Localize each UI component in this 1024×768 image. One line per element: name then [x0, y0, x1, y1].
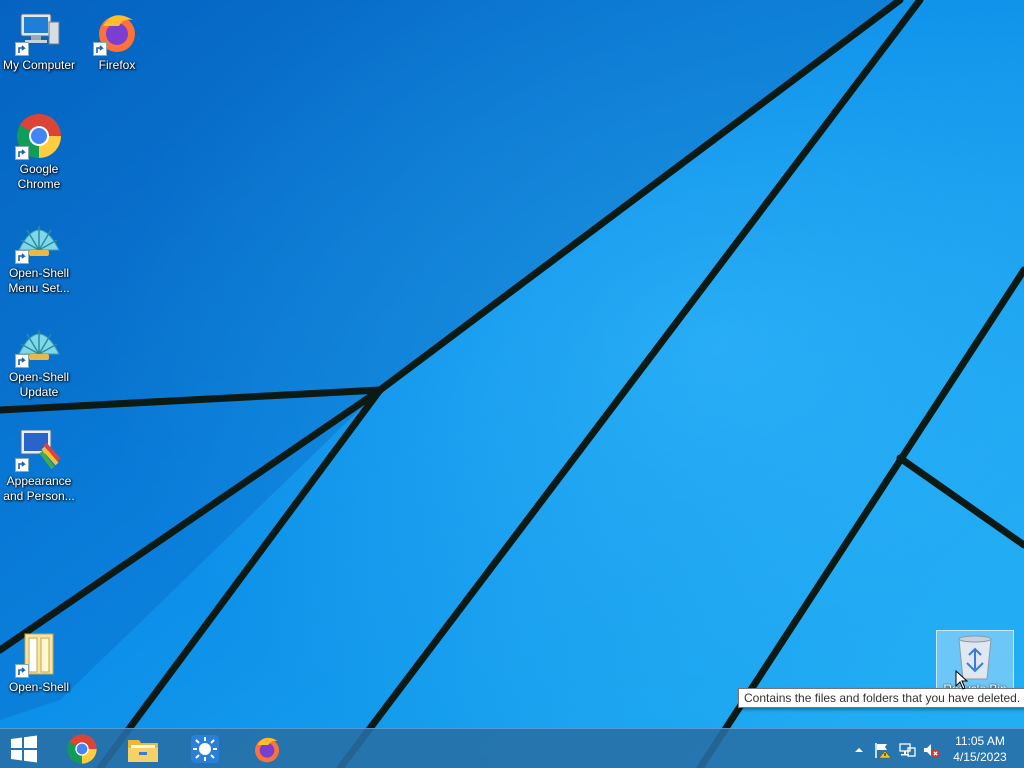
taskbar: 11:05 AM 4/15/2023: [0, 728, 1024, 768]
shortcut-arrow-icon: [15, 354, 29, 368]
desktop-icon-label: Google Chrome: [17, 162, 61, 191]
desktop-icon-my-computer[interactable]: My Computer: [0, 8, 78, 73]
desktop-icon-firefox[interactable]: Firefox: [78, 8, 156, 73]
desktop-icon-google-chrome[interactable]: Google Chrome: [0, 112, 78, 192]
desktop-icon-open-shell-update[interactable]: Open-Shell Update: [0, 320, 78, 400]
speaker-muted-icon[interactable]: [922, 741, 940, 759]
clock-date: 4/15/2023: [953, 750, 1007, 764]
desktop-icon-label: Open-Shell: [8, 680, 70, 694]
taskbar-file-explorer-button[interactable]: [113, 729, 173, 768]
chrome-icon: [67, 734, 97, 764]
desktop-icon-label: Open-Shell Menu Set...: [8, 266, 70, 295]
clock-time: 11:05 AM: [955, 734, 1005, 748]
desktop-icon-open-shell-menu-settings[interactable]: Open-Shell Menu Set...: [0, 216, 78, 296]
desktop-wallpaper: [0, 0, 1024, 768]
taskbar-firefox-button[interactable]: [237, 729, 297, 768]
shortcut-arrow-icon: [93, 42, 107, 56]
folder-icon: [128, 740, 158, 762]
mouse-cursor-icon: [955, 670, 969, 690]
shortcut-arrow-icon: [15, 250, 29, 264]
desktop-icon-label: Open-Shell Update: [8, 370, 70, 399]
desktop-icon-label: Firefox: [98, 58, 136, 72]
taskbar-open-shell-button[interactable]: [175, 729, 235, 768]
shortcut-arrow-icon: [15, 458, 29, 472]
sun-icon: [191, 735, 219, 763]
start-button[interactable]: [0, 729, 48, 768]
shortcut-arrow-icon: [15, 664, 29, 678]
shortcut-arrow-icon: [15, 146, 29, 160]
desktop-icon-appearance-and-personalization[interactable]: Appearance and Person...: [0, 424, 78, 504]
flag-warning-icon[interactable]: [874, 741, 892, 759]
windows-logo-icon: [11, 735, 37, 763]
shortcut-arrow-icon: [15, 42, 29, 56]
firefox-icon: [255, 737, 279, 763]
taskbar-clock[interactable]: 11:05 AM 4/15/2023: [944, 729, 1016, 768]
network-icon[interactable]: [898, 741, 916, 759]
desktop-icon-label: My Computer: [2, 58, 76, 72]
taskbar-chrome-button[interactable]: [52, 729, 112, 768]
chevron-up-icon[interactable]: [850, 741, 868, 759]
recycle-bin-tooltip: Contains the files and folders that you …: [738, 688, 1024, 708]
desktop-icon-label: Appearance and Person...: [3, 474, 75, 503]
desktop-icon-recycle-bin[interactable]: Recycle Bin: [936, 630, 1014, 691]
desktop-icon-open-shell-folder[interactable]: Open-Shell: [0, 630, 78, 695]
